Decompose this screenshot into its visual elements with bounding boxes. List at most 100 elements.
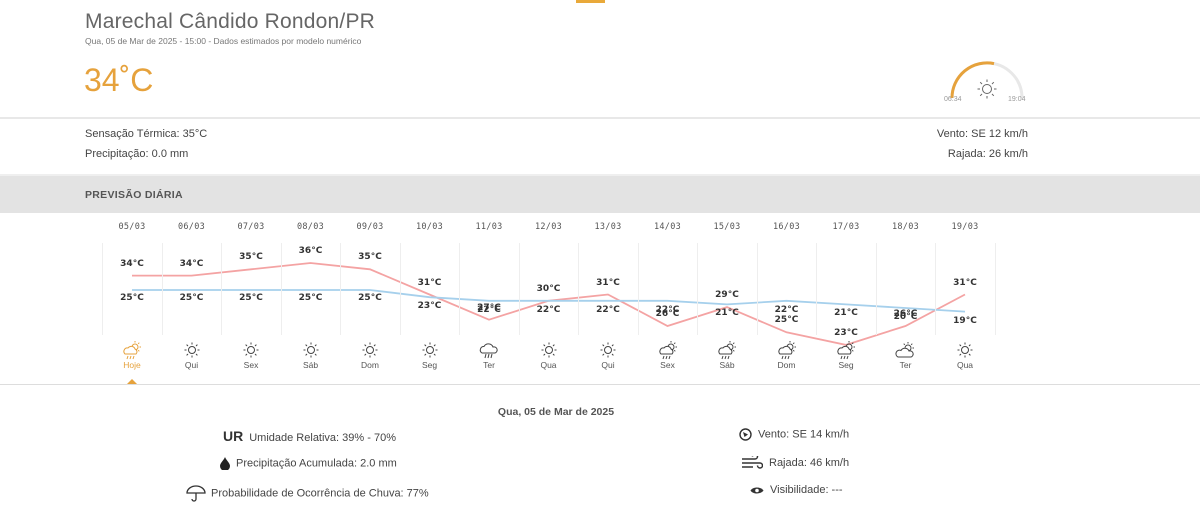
max-temp-label: 34°C [179,258,204,269]
compass-icon [739,428,752,441]
day-date: 08/03 [296,222,325,232]
day-separator [102,243,104,335]
sun-icon [303,342,318,358]
day-label[interactable]: Seg [410,360,450,370]
min-temp-label: 22°C [477,304,501,315]
sun-icon [957,342,973,358]
sun-icon [243,342,259,358]
sun-icon [422,342,437,358]
day-date: 10/03 [415,222,444,232]
day-label[interactable]: Dom [767,360,807,370]
day-date: 11/03 [475,222,503,232]
min-temp-label: 23°C [417,301,442,312]
detail-wind-row: Vento: SE 14 km/h [739,428,849,441]
max-temp-label: 25°C [774,315,799,326]
ur-badge: UR [223,428,244,444]
day-separator [161,243,163,335]
min-temp-label: 22°C [536,304,561,315]
max-temp-label: 23°C [834,327,858,338]
eye-icon [750,487,764,494]
humidity-row: UR Umidade Relativa: 39% - 70% [223,428,396,444]
day-date: 07/03 [237,222,265,232]
day-separator [994,243,996,335]
max-temp-label: 31°C [417,277,442,288]
max-temp-label: 31°C [953,277,977,288]
visibility-row: Visibilidade: --- [750,484,843,496]
day-label[interactable]: Hoje [112,360,152,370]
detail-wind-text: Vento: SE 14 km/h [758,428,850,441]
header-divider [0,117,1200,119]
min-temp-label: 22°C [655,304,680,315]
day-date: 05/03 [118,222,146,232]
day-date: 18/03 [891,222,920,232]
precip-acc-text: Precipitação Acumulada: 2.0 mm [236,457,397,470]
day-label[interactable]: Ter [469,360,509,370]
max-temp-label: 29°C [715,290,739,301]
day-separator [875,243,877,335]
min-temp-label: 21°C [715,308,739,319]
detail-gust-row: Rajada: 46 km/h [741,456,849,470]
sun-icon [362,342,378,358]
day-label[interactable]: Qui [588,360,628,370]
day-label[interactable]: Seg [826,360,866,370]
forecast-divider [0,384,1200,385]
day-label[interactable]: Sáb [707,360,747,370]
sun-rain-icon [718,341,736,360]
min-temp-label: 25°C [358,293,382,303]
sun-icon [184,342,199,358]
umbrella-icon [186,485,206,502]
day-separator [935,243,937,335]
day-label[interactable]: Sex [648,360,688,370]
day-label[interactable]: Sáb [291,360,331,370]
min-temp-label: 20°C [893,312,918,322]
day-separator [280,243,282,335]
day-date: 13/03 [594,222,622,232]
max-temp-label: 36°C [298,246,323,256]
visibility-text: Visibilidade: --- [770,484,843,496]
daily-forecast: 05/03 34°C 25°C Hoje 06/03 34°C 25°C Qui 07/03 35… [0,213,1200,385]
day-separator [756,243,758,335]
detail-date: Qua, 05 de Mar de 2025 [497,406,615,418]
sun-rain-icon [123,341,141,360]
day-date: 17/03 [832,222,860,232]
day-separator [340,243,342,335]
min-temp-label: 22°C [774,304,799,315]
sun-rain-icon [658,341,677,360]
day-separator [697,243,699,335]
day-label[interactable]: Sex [231,360,271,370]
sun-icon [600,342,616,358]
droplet-icon [220,457,230,470]
day-label[interactable]: Qua [529,360,569,370]
day-separator [518,243,520,335]
max-temp-label: 35°C [239,252,263,263]
rain-prob-row: Probabilidade de Ocorrência de Chuva: 77… [186,485,429,502]
min-temp-label: 21°C [834,308,858,319]
day-date: 12/03 [534,222,563,232]
feels-like-text: Sensação Térmica: 35°C [85,128,208,140]
wind-text: Vento: SE 12 km/h [936,128,1028,140]
day-label[interactable]: Dom [350,360,390,370]
day-label[interactable]: Qua [945,360,985,370]
min-temp-label: 25°C [179,293,204,303]
day-separator [459,243,461,335]
day-date: 14/03 [653,222,682,232]
gust-text: Rajada: 26 km/h [947,148,1028,160]
sunset-time: 19:04 [1008,96,1026,103]
date-subtitle: Qua, 05 de Mar de 2025 - 15:00 - Dados e… [85,36,362,46]
precipitation-text: Precipitação: 0.0 mm [85,148,189,160]
day-date: 09/03 [356,222,384,232]
day-separator [399,243,401,335]
daily-forecast-bar: PREVISÃO DIÁRIA [0,174,1200,213]
day-label[interactable]: Qui [172,360,212,370]
rain-cloud-icon [479,343,498,359]
detail-gust-text: Rajada: 46 km/h [769,456,850,469]
section-title: PREVISÃO DIÁRIA [85,189,183,201]
max-temp-label: 30°C [536,283,561,294]
day-separator [221,243,223,335]
sun-rain-icon [837,341,855,360]
day-date: 06/03 [177,222,206,232]
day-label[interactable]: Ter [886,360,926,370]
min-temp-label: 25°C [120,293,144,303]
sun-icon [541,342,556,358]
min-temp-label: 19°C [953,315,977,326]
